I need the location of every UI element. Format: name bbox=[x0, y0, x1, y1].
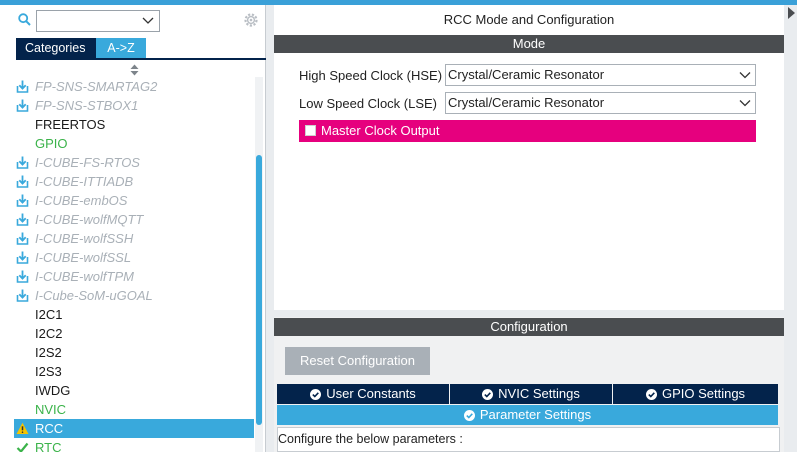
search-row bbox=[0, 5, 266, 35]
peripheral-tree-panel: Categories A->Z FP-SNS-SMARTAG2 FP-SNS-ST… bbox=[0, 5, 266, 452]
tree-view-tabs: Categories A->Z bbox=[16, 38, 146, 58]
check-icon bbox=[16, 442, 29, 452]
tab-label: User Constants bbox=[326, 386, 416, 401]
list-item-label: I2S3 bbox=[35, 364, 62, 379]
download-icon bbox=[16, 156, 29, 169]
config-tabs: User Constants NVIC Settings GPIO Settin… bbox=[277, 384, 778, 404]
download-icon bbox=[16, 80, 29, 93]
lse-select[interactable]: Crystal/Ceramic Resonator bbox=[445, 92, 756, 114]
collapse-arrow-icon[interactable] bbox=[786, 6, 796, 20]
parameter-instructions: Configure the below parameters : bbox=[277, 427, 780, 452]
download-icon bbox=[16, 213, 29, 226]
list-item[interactable]: I-CUBE-wolfTPM bbox=[14, 267, 254, 286]
list-item-label: I-CUBE-wolfSSH bbox=[35, 231, 134, 246]
list-item-label: FREERTOS bbox=[35, 117, 106, 132]
download-icon bbox=[16, 232, 29, 245]
tab-label: Parameter Settings bbox=[479, 407, 592, 422]
configuration-panel: Configuration Reset Configuration User C… bbox=[274, 317, 784, 452]
list-item[interactable]: NVIC bbox=[14, 400, 254, 419]
tab-parameter-settings[interactable]: Parameter Settings bbox=[277, 405, 778, 425]
list-item-label: RCC bbox=[35, 421, 64, 436]
list-item[interactable]: FP-SNS-STBOX1 bbox=[14, 96, 254, 115]
hse-select-value: Crystal/Ceramic Resonator bbox=[448, 67, 605, 82]
list-item[interactable]: FREERTOS bbox=[14, 115, 254, 134]
list-item[interactable]: I-CUBE-wolfSSL bbox=[14, 248, 254, 267]
download-icon bbox=[16, 194, 29, 207]
list-item-label: I-CUBE-FS-RTOS bbox=[35, 155, 140, 170]
tab-user-constants[interactable]: User Constants bbox=[277, 384, 450, 404]
scrollbar-thumb[interactable] bbox=[256, 155, 262, 425]
master-clock-output-label: Master Clock Output bbox=[321, 123, 440, 138]
list-item-label: I-CUBE-embOS bbox=[35, 193, 128, 208]
download-icon bbox=[16, 99, 29, 112]
reset-configuration-button[interactable]: Reset Configuration bbox=[285, 347, 430, 375]
download-icon bbox=[16, 289, 29, 302]
check-circle-icon bbox=[482, 388, 494, 400]
configuration-header-bar: Configuration bbox=[274, 318, 784, 336]
list-item[interactable]: I2S2 bbox=[14, 343, 254, 362]
tab-underline bbox=[16, 58, 266, 60]
tab-categories[interactable]: Categories bbox=[16, 38, 96, 58]
list-item-label: FP-SNS-SMARTAG2 bbox=[35, 79, 158, 94]
list-item-label: I-CUBE-wolfMQTT bbox=[35, 212, 144, 227]
list-item[interactable]: RTC bbox=[14, 438, 254, 452]
list-item-label: IWDG bbox=[35, 383, 71, 398]
tab-label: GPIO Settings bbox=[661, 386, 746, 401]
list-item[interactable]: I-CUBE-wolfMQTT bbox=[14, 210, 254, 229]
list-item-label: I-CUBE-ITTIADB bbox=[35, 174, 134, 189]
check-circle-icon bbox=[310, 388, 322, 400]
download-icon bbox=[16, 270, 29, 283]
list-item[interactable]: FP-SNS-SMARTAG2 bbox=[14, 77, 254, 96]
list-item-label: I2S2 bbox=[35, 345, 62, 360]
chevron-down-icon bbox=[739, 72, 751, 79]
chevron-down-icon bbox=[739, 100, 751, 107]
lse-select-value: Crystal/Ceramic Resonator bbox=[448, 95, 605, 110]
search-icon[interactable] bbox=[18, 13, 31, 26]
page-title: RCC Mode and Configuration bbox=[443, 12, 615, 27]
tab-a-z[interactable]: A->Z bbox=[96, 38, 146, 58]
list-item[interactable]: I-CUBE-wolfSSH bbox=[14, 229, 254, 248]
list-item[interactable]: I2S3 bbox=[14, 362, 254, 381]
hse-label: High Speed Clock (HSE) bbox=[299, 68, 443, 83]
list-item-label: I-CUBE-wolfTPM bbox=[35, 269, 134, 284]
list-item-label: RTC bbox=[35, 440, 62, 452]
list-item-label: I-CUBE-wolfSSL bbox=[35, 250, 132, 265]
gear-icon[interactable] bbox=[242, 11, 260, 29]
stm32cube-rcc-window: Categories A->Z FP-SNS-SMARTAG2 FP-SNS-ST… bbox=[0, 0, 797, 452]
check-circle-icon bbox=[645, 388, 657, 400]
list-item-label: I2C1 bbox=[35, 307, 63, 322]
list-item-label: NVIC bbox=[35, 402, 67, 417]
sort-icon[interactable] bbox=[130, 64, 139, 76]
right-edge-strip bbox=[786, 5, 797, 452]
hse-select[interactable]: Crystal/Ceramic Resonator bbox=[445, 64, 756, 86]
rcc-config-panel: RCC Mode and Configuration Mode High Spe… bbox=[274, 5, 786, 452]
download-icon bbox=[16, 251, 29, 264]
list-item[interactable]: I2C1 bbox=[14, 305, 254, 324]
list-item[interactable]: RCC bbox=[14, 419, 254, 438]
mode-header-bar: Mode bbox=[274, 35, 784, 53]
peripheral-list: FP-SNS-SMARTAG2 FP-SNS-STBOX1 FREERTOS GPIO… bbox=[14, 77, 254, 452]
list-item-label: FP-SNS-STBOX1 bbox=[35, 98, 139, 113]
list-item[interactable]: I-CUBE-FS-RTOS bbox=[14, 153, 254, 172]
mode-panel: RCC Mode and Configuration Mode High Spe… bbox=[274, 5, 784, 310]
tab-label: NVIC Settings bbox=[498, 386, 580, 401]
list-item[interactable]: IWDG bbox=[14, 381, 254, 400]
tab-nvic-settings[interactable]: NVIC Settings bbox=[450, 384, 613, 404]
tab-gpio-settings[interactable]: GPIO Settings bbox=[613, 384, 778, 404]
list-item[interactable]: I2C2 bbox=[14, 324, 254, 343]
list-item-label: I-Cube-SoM-uGOAL bbox=[35, 288, 153, 303]
master-clock-output-checkbox[interactable] bbox=[305, 125, 316, 136]
master-clock-output-row[interactable]: Master Clock Output bbox=[299, 120, 756, 142]
lse-label: Low Speed Clock (LSE) bbox=[299, 96, 438, 111]
download-icon bbox=[16, 175, 29, 188]
list-item[interactable]: I-CUBE-embOS bbox=[14, 191, 254, 210]
list-item-label: I2C2 bbox=[35, 326, 63, 341]
list-item[interactable]: GPIO bbox=[14, 134, 254, 153]
chevron-down-icon[interactable] bbox=[142, 16, 154, 26]
check-circle-icon bbox=[463, 409, 475, 421]
warning-icon bbox=[16, 422, 29, 434]
list-item-label: GPIO bbox=[35, 136, 68, 151]
list-item[interactable]: I-CUBE-ITTIADB bbox=[14, 172, 254, 191]
list-item[interactable]: I-Cube-SoM-uGOAL bbox=[14, 286, 254, 305]
